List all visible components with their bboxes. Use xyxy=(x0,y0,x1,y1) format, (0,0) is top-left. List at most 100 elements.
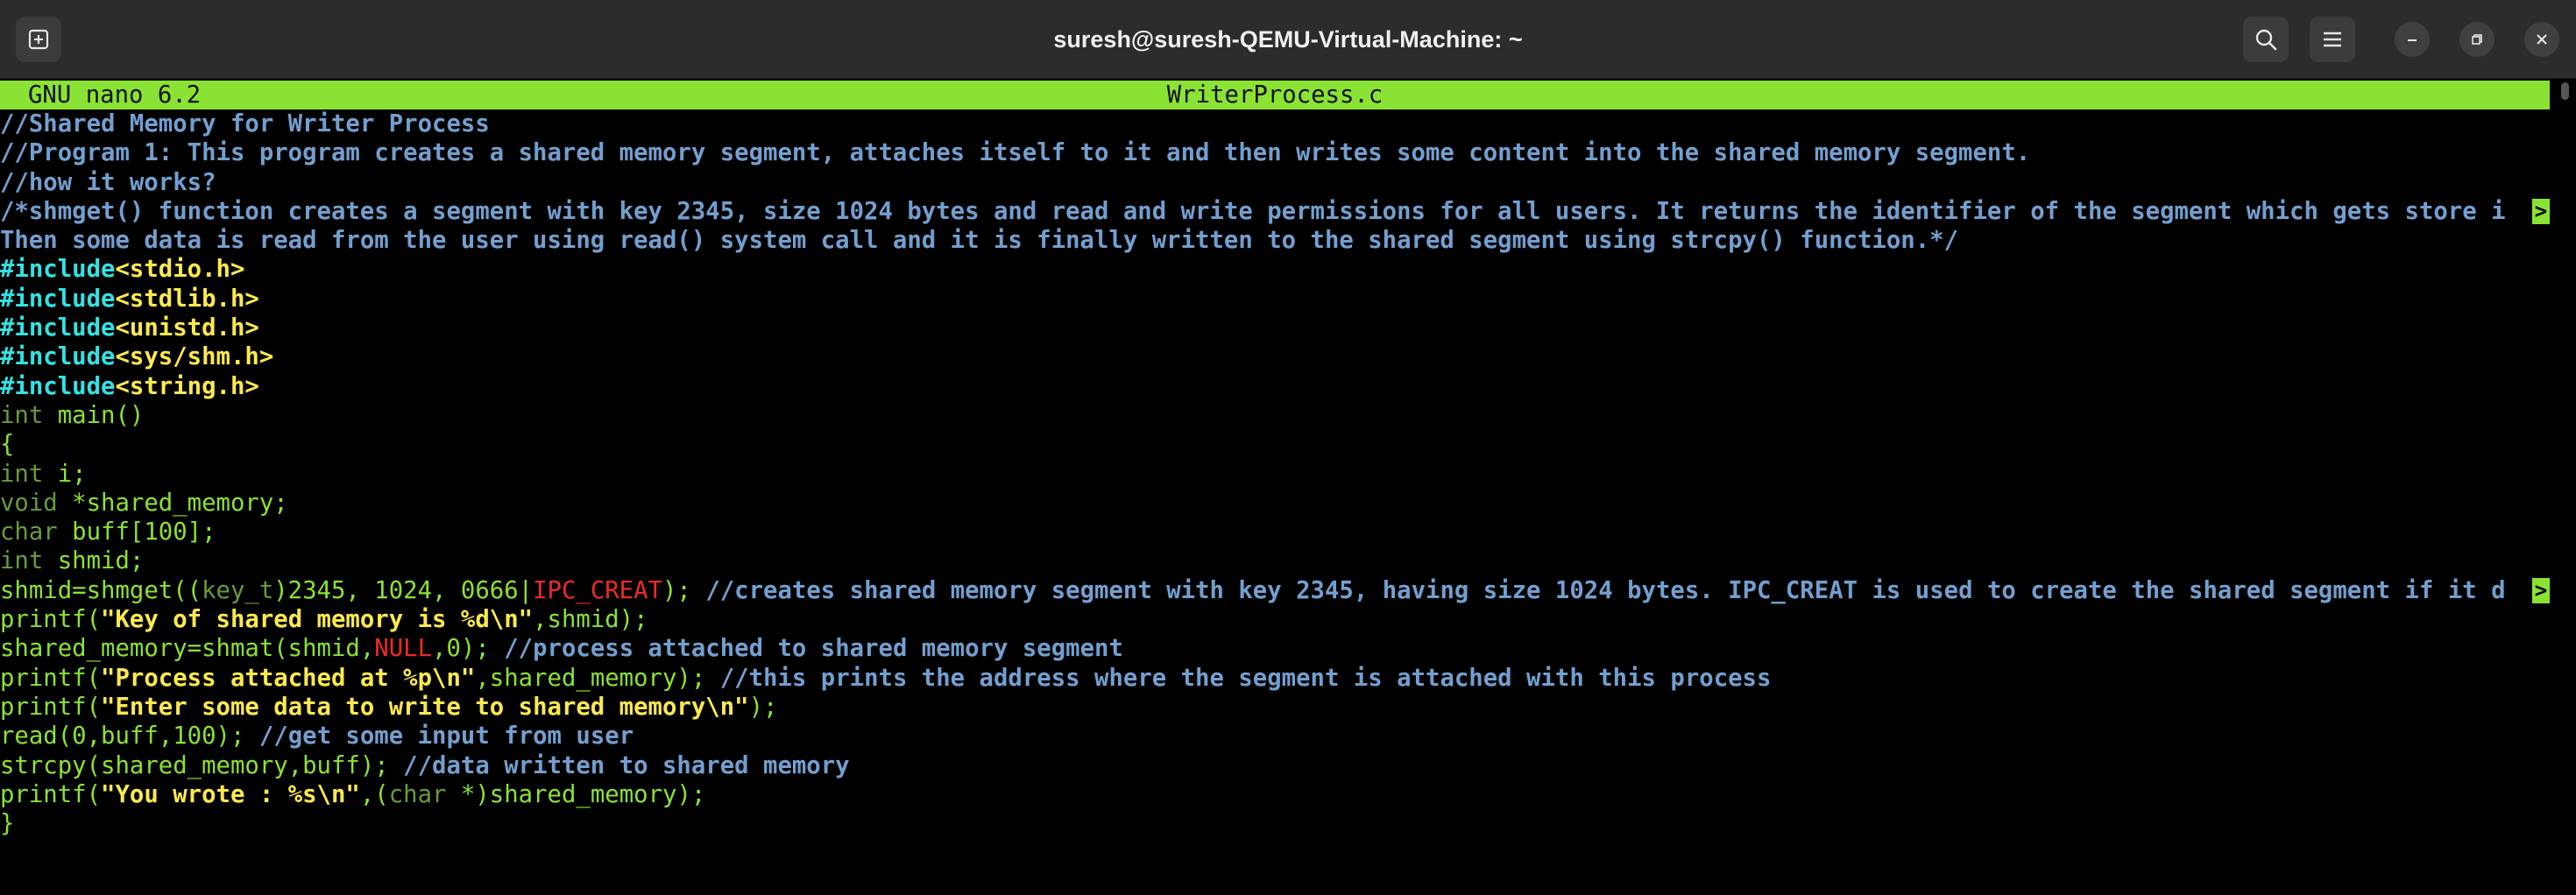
code-token: #include xyxy=(0,343,116,371)
code-line: #include<unistd.h> xyxy=(0,314,2550,342)
code-token: //process attached to shared memory segm… xyxy=(504,635,1123,663)
code-token: *)shared_memory); xyxy=(446,780,706,808)
code-token: int xyxy=(0,460,44,488)
code-token: char xyxy=(0,518,58,546)
maximize-button[interactable] xyxy=(2459,22,2495,57)
code-token: strcpy(shared_memory,buff); xyxy=(0,751,404,779)
code-token: "Process attached at %p\n" xyxy=(101,664,476,692)
code-token: *shared_memory; xyxy=(57,489,288,517)
code-line: #include<string.h> xyxy=(0,372,2550,401)
maximize-icon xyxy=(2472,34,2482,45)
code-token: //Shared Memory for Writer Process xyxy=(0,110,490,137)
code-token: //get some input from user xyxy=(258,722,634,751)
code-token: ); xyxy=(748,693,778,721)
code-line: #include<stdlib.h> xyxy=(0,285,2550,314)
code-token: key_t xyxy=(202,576,274,604)
code-line: Then some data is read from the user usi… xyxy=(0,226,2550,255)
code-token: //Program 1: This program creates a shar… xyxy=(0,139,2031,167)
code-line: #include<sys/shm.h> xyxy=(0,342,2550,371)
window-title: suresh@suresh-QEMU-Virtual-Machine: ~ xyxy=(1053,26,1523,53)
code-token: main() xyxy=(43,401,145,429)
code-token: "Enter some data to write to shared memo… xyxy=(101,693,749,721)
code-token: { xyxy=(0,431,15,459)
code-token: int xyxy=(0,547,44,575)
code-line: //Program 1: This program creates a shar… xyxy=(0,138,2550,167)
scrollbar-thumb[interactable] xyxy=(2561,82,2569,100)
code-token: //creates shared memory segment with key… xyxy=(705,576,2506,604)
code-token: shared_memory=shmat(shmid, xyxy=(0,635,375,663)
code-token: #include xyxy=(0,314,116,342)
code-token: NULL xyxy=(374,635,433,663)
code-token: ); xyxy=(662,576,706,604)
new-tab-icon xyxy=(28,29,49,50)
code-line: read(0,buff,100); //get some input from … xyxy=(0,722,2550,751)
code-token: printf( xyxy=(0,606,102,634)
code-line: printf("You wrote : %s\n",(char *)shared… xyxy=(0,780,2550,809)
code-token: //data written to shared memory xyxy=(403,751,850,779)
menu-button[interactable] xyxy=(2310,17,2355,62)
code-token: shmid; xyxy=(43,547,145,575)
code-token: IPC_CREAT xyxy=(533,576,662,604)
code-token: } xyxy=(0,810,15,838)
code-token: #include xyxy=(0,372,116,400)
nano-status-bar: GNU nano 6.2 WriterProcess.c xyxy=(0,81,2550,109)
code-token: //how it works? xyxy=(0,168,216,196)
code-line: //how it works? xyxy=(0,168,2550,197)
title-bar: suresh@suresh-QEMU-Virtual-Machine: ~ xyxy=(0,0,2576,79)
code-line: char buff[100]; xyxy=(0,518,2550,546)
code-line: strcpy(shared_memory,buff); //data writt… xyxy=(0,751,2550,780)
code-token: <stdlib.h> xyxy=(115,285,259,313)
code-token: /*shmget() function creates a segment wi… xyxy=(0,197,2506,225)
code-token: <unistd.h> xyxy=(115,314,259,342)
code-token: ,shmid); xyxy=(533,606,648,634)
code-line: { xyxy=(0,430,2550,459)
code-token: ,0); xyxy=(432,635,505,663)
code-token: Then some data is read from the user usi… xyxy=(0,227,1959,255)
code-token: i; xyxy=(43,460,87,488)
code-token: void xyxy=(0,489,58,517)
search-button[interactable] xyxy=(2243,17,2289,62)
new-tab-button[interactable] xyxy=(16,17,61,62)
line-overflow-marker: > xyxy=(2532,577,2550,603)
code-line: //Shared Memory for Writer Process xyxy=(0,109,2550,138)
code-token: #include xyxy=(0,285,116,313)
close-icon xyxy=(2537,34,2547,45)
nano-filename: WriterProcess.c xyxy=(1166,81,1384,109)
code-token: ,shared_memory); xyxy=(475,664,720,692)
minimize-icon xyxy=(2408,39,2417,41)
terminal-area[interactable]: GNU nano 6.2 WriterProcess.c //Shared Me… xyxy=(0,79,2576,895)
hamburger-menu-icon xyxy=(2324,32,2341,47)
line-overflow-marker: > xyxy=(2532,198,2550,224)
code-token: <sys/shm.h> xyxy=(115,343,274,371)
code-line: /*shmget() function creates a segment wi… xyxy=(0,197,2550,226)
code-token: int xyxy=(0,401,44,429)
code-line: printf("Enter some data to write to shar… xyxy=(0,693,2550,722)
code-token: #include xyxy=(0,256,116,284)
code-token: ,( xyxy=(359,780,389,808)
code-line: int i; xyxy=(0,460,2550,489)
scrollbar[interactable] xyxy=(2558,79,2571,895)
code-token: shmid=shmget(( xyxy=(0,576,202,604)
code-token: printf( xyxy=(0,780,102,808)
minimize-button[interactable] xyxy=(2395,22,2430,57)
code-token: printf( xyxy=(0,693,102,721)
code-token: "Key of shared memory is %d\n" xyxy=(101,606,534,634)
code-line: void *shared_memory; xyxy=(0,489,2550,518)
code-line: shared_memory=shmat(shmid,NULL,0); //pro… xyxy=(0,634,2550,663)
code-token: <string.h> xyxy=(115,372,259,400)
code-token: printf( xyxy=(0,664,102,692)
code-line: #include<stdio.h> xyxy=(0,255,2550,284)
search-icon xyxy=(2255,29,2277,51)
code-line: shmid=shmget((key_t)2345, 1024, 0666|IPC… xyxy=(0,576,2550,605)
close-button[interactable] xyxy=(2524,22,2559,57)
code-token: "You wrote : %s\n" xyxy=(101,780,360,808)
code-token: read(0,buff,100); xyxy=(0,722,259,751)
code-token: buff[100]; xyxy=(57,518,216,546)
code-token: //this prints the address where the segm… xyxy=(719,664,1772,692)
code-line: printf("Key of shared memory is %d\n",sh… xyxy=(0,605,2550,634)
code-line: int main() xyxy=(0,401,2550,430)
code-token: <stdio.h> xyxy=(115,256,245,284)
code-line: int shmid; xyxy=(0,546,2550,575)
code-editor[interactable]: //Shared Memory for Writer Process//Prog… xyxy=(0,109,2550,838)
code-token: char xyxy=(388,780,447,808)
